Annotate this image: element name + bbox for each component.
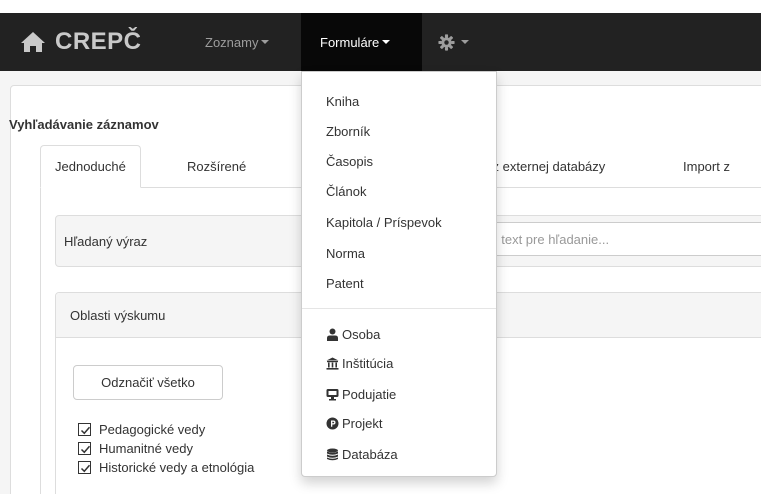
checkbox[interactable]: [78, 442, 91, 455]
nav-menu-lists[interactable]: Zoznamy: [205, 13, 270, 71]
tab-external-import-label: rt z externej databázy: [481, 159, 606, 174]
area-checkbox-label: Pedagogické vedy: [99, 422, 206, 437]
dropdown-item-proceedings[interactable]: Zborník: [326, 120, 370, 142]
brand-name: CREPČ: [55, 28, 142, 55]
chevron-down-icon: [382, 40, 391, 44]
database-icon: [327, 448, 338, 460]
area-checkbox-row[interactable]: Historické vedy a etnológia: [78, 459, 254, 476]
deselect-all-button[interactable]: Odznačiť všetko: [73, 365, 223, 400]
tab-import[interactable]: Import z: [683, 145, 730, 188]
brand-link[interactable]: CREPČ: [20, 13, 142, 71]
dropdown-item-book[interactable]: Kniha: [326, 90, 359, 112]
nav-menu-lists-label: Zoznamy: [205, 34, 259, 50]
tab-simple[interactable]: Jednoduché: [40, 145, 141, 188]
tab-import-label: Import z: [683, 159, 730, 174]
window-top-strip: [0, 0, 761, 13]
tab-simple-label: Jednoduché: [55, 159, 126, 174]
checkmark-icon: [80, 445, 91, 454]
checkmark-icon: [80, 464, 91, 473]
area-checkbox-label: Humanitné vedy: [99, 441, 193, 456]
checkbox[interactable]: [78, 423, 91, 436]
dropdown-item-article[interactable]: Článok: [326, 180, 366, 202]
checkbox[interactable]: [78, 461, 91, 474]
research-areas-title: Oblasti výskumu: [70, 308, 166, 323]
chevron-down-icon: [261, 40, 270, 44]
home-icon: [21, 32, 45, 52]
dropdown-item-institution[interactable]: Inštitúcia: [326, 352, 393, 374]
event-icon: [326, 388, 339, 400]
area-checkbox-row[interactable]: Pedagogické vedy: [78, 421, 205, 438]
dropdown-item-institution-label: Inštitúcia: [342, 355, 394, 371]
nav-menu-forms-label: Formuláre: [320, 34, 380, 50]
dropdown-item-project[interactable]: Projekt: [326, 412, 382, 434]
dropdown-item-event[interactable]: Podujatie: [326, 383, 396, 405]
area-checkbox-row[interactable]: Humanitné vedy: [78, 440, 193, 457]
search-input[interactable]: [470, 222, 761, 256]
tab-advanced-label: Rozšírené: [187, 159, 247, 174]
dropdown-item-standard[interactable]: Norma: [326, 242, 365, 264]
dropdown-item-person[interactable]: Osoba: [326, 323, 380, 345]
tab-external-import[interactable]: rt z externej databázy: [481, 145, 605, 188]
nav-settings-menu[interactable]: [438, 13, 469, 71]
dropdown-item-journal[interactable]: Časopis: [326, 150, 373, 172]
navbar: CREPČ Zoznamy Formuláre: [0, 13, 761, 71]
tab-advanced[interactable]: Rozšírené: [187, 145, 246, 188]
dropdown-item-project-label: Projekt: [342, 415, 383, 431]
project-icon: [326, 417, 339, 429]
dropdown-item-database-label: Databáza: [342, 446, 398, 462]
dropdown-item-patent[interactable]: Patent: [326, 272, 364, 294]
area-checkbox-label: Historické vedy a etnológia: [99, 460, 255, 475]
checkmark-icon: [80, 426, 91, 435]
person-icon: [327, 328, 338, 341]
dropdown-divider: [302, 308, 496, 309]
institution-icon: [326, 357, 339, 370]
chevron-down-icon: [461, 40, 469, 44]
dropdown-item-person-label: Osoba: [342, 326, 381, 342]
dropdown-item-database[interactable]: Databáza: [326, 443, 398, 465]
nav-menu-forms[interactable]: Formuláre: [301, 13, 422, 71]
gear-icon: [438, 33, 455, 51]
search-label: Hľadaný výraz: [64, 233, 148, 249]
dropdown-item-chapter[interactable]: Kapitola / Príspevok: [326, 211, 442, 233]
dropdown-item-event-label: Podujatie: [342, 386, 397, 402]
page-title: Vyhľadávanie záznamov: [9, 117, 159, 132]
